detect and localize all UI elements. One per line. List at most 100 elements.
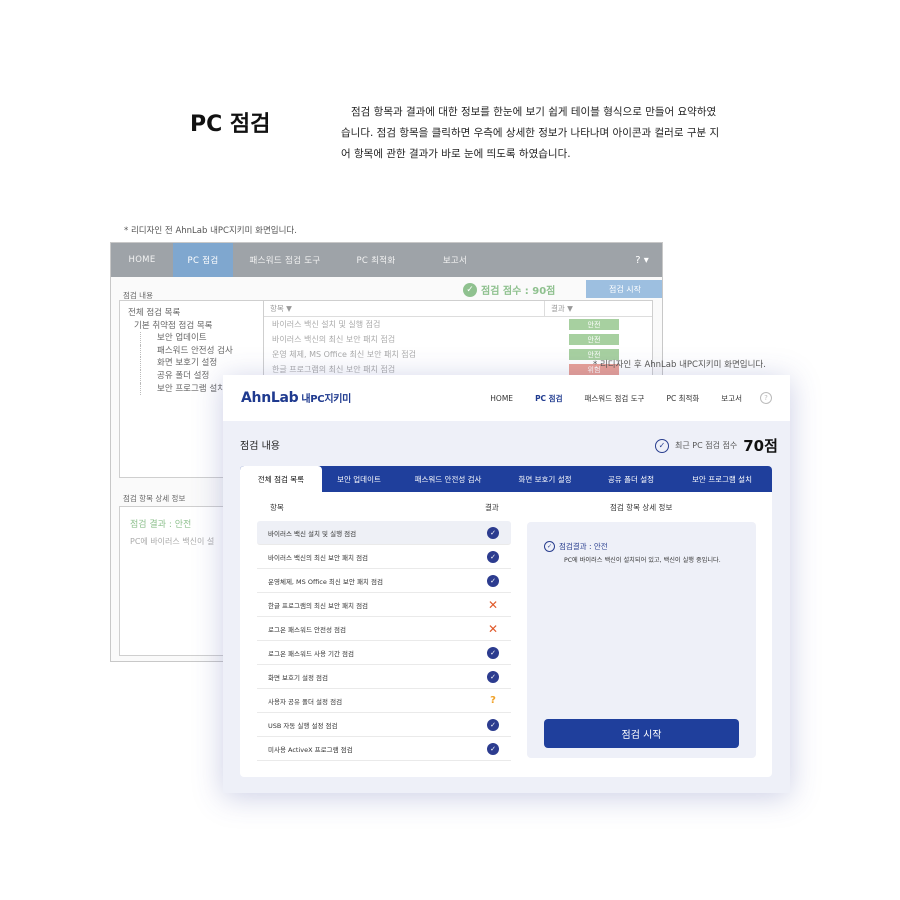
- ahnlab-logo: AhnLab 내PC지키미: [241, 390, 351, 406]
- list-item-label: 바이러스 백신 설치 및 실행 점검: [268, 529, 357, 538]
- list-item[interactable]: 바이러스 백신의 최신 보안 패치 점검 ✓: [257, 545, 511, 569]
- row-item: 바이러스 백신 설치 및 실행 점검: [272, 320, 381, 329]
- tree-root[interactable]: 전체 점검 목록: [128, 307, 258, 320]
- help-icon[interactable]: ?: [760, 392, 772, 404]
- list-item[interactable]: 운영체제, MS Office 최신 보안 패치 점검 ✓: [257, 569, 511, 593]
- list-item[interactable]: 화면 보호기 설정 점검 ✓: [257, 665, 511, 689]
- list-item[interactable]: 한글 프로그램의 최신 보안 패치 점검 ✕: [257, 593, 511, 617]
- tab-security-program[interactable]: 보안 프로그램 설치: [672, 466, 772, 492]
- before-nav-report[interactable]: 보고서: [415, 243, 495, 277]
- list-item-label: 한글 프로그램의 최신 보안 패치 점검: [268, 601, 369, 610]
- list-item[interactable]: 사용자 공유 폴더 설정 점검?: [257, 689, 511, 713]
- after-card: 전체 점검 목록 보안 업데이트 패스워드 안전성 검사 화면 보호기 설정 공…: [240, 466, 772, 777]
- col-item-header: 항목: [270, 503, 284, 512]
- list-item[interactable]: 미사용 ActiveX 프로그램 점검 ✓: [257, 737, 511, 761]
- list-item-label: 운영체제, MS Office 최신 보안 패치 점검: [268, 577, 383, 586]
- list-item-label: 사용자 공유 폴더 설정 점검: [268, 697, 343, 706]
- question-icon: ?: [490, 695, 496, 706]
- score-value: 70점: [743, 437, 778, 455]
- after-nav: HOME PC 점검 패스워드 점검 도구 PC 최적화 보고서: [490, 393, 742, 404]
- logo-sub: 내PC지키미: [301, 394, 352, 405]
- before-nav-home[interactable]: HOME: [111, 243, 173, 277]
- table-header: 항목 ▼ 결과 ▼: [264, 301, 652, 317]
- detail-description: PC에 바이러스 백신이 설치되어 있고, 백신이 실행 중입니다.: [564, 557, 721, 564]
- row-result: 안전: [544, 334, 644, 345]
- list-item-label: 로그온 패스워드 안전성 점검: [268, 625, 346, 634]
- detail-result: ✓ 점검결과 : 안전: [544, 541, 608, 552]
- after-window: AhnLab 내PC지키미 HOME PC 점검 패스워드 점검 도구 PC 최적…: [223, 375, 790, 793]
- check-icon: ✓: [463, 282, 477, 297]
- row-result: 안전: [544, 319, 644, 330]
- status-badge: 안전: [569, 319, 619, 330]
- row-item: 바이러스 백신의 최신 보안 패치 점검: [272, 335, 396, 344]
- col-result-header: 결과: [485, 503, 499, 512]
- x-icon: ✕: [487, 597, 499, 612]
- col-result[interactable]: 결과 ▼: [544, 301, 644, 316]
- detail-panel: ✓ 점검결과 : 안전 PC에 바이러스 백신이 설치되어 있고, 백신이 실행…: [527, 522, 756, 758]
- page-description: 점검 항목과 결과에 대한 정보를 한눈에 보기 쉽게 테이블 형식으로 만들어…: [341, 106, 720, 160]
- tree-item[interactable]: 화면 보호기 설정: [140, 357, 258, 370]
- nav-pc-check[interactable]: PC 점검: [535, 393, 562, 404]
- list-item-label: 로그온 패스워드 사용 기간 점검: [268, 649, 355, 658]
- row-item: 한글 프로그램의 최신 보안 패치 점검: [272, 365, 396, 374]
- check-circle-icon: ✓: [544, 541, 555, 552]
- check-circle-icon: ✓: [655, 438, 669, 453]
- status-badge: 안전: [569, 334, 619, 345]
- list-item[interactable]: USB 자동 실행 설정 점검 ✓: [257, 713, 511, 737]
- check-list: 바이러스 백신 설치 및 실행 점검 ✓ 바이러스 백신의 최신 보안 패치 점검 ✓…: [257, 521, 511, 761]
- score-label: 최근 PC 점검 점수: [675, 441, 738, 450]
- tab-security-update[interactable]: 보안 업데이트: [322, 466, 396, 492]
- before-detail-title: 점검 항목 상세 정보: [123, 494, 186, 503]
- tab-all[interactable]: 전체 점검 목록: [240, 466, 322, 492]
- nav-optimize[interactable]: PC 최적화: [666, 393, 699, 404]
- after-caption: * 리디자인 후 AhnLab 내PC지키미 화면입니다.: [593, 360, 766, 370]
- list-item[interactable]: 로그온 패스워드 안전성 점검 ✕: [257, 617, 511, 641]
- check-badge-icon: ✓: [487, 646, 499, 659]
- before-caption: * 리디자인 전 AhnLab 내PC지키미 화면입니다.: [124, 226, 297, 236]
- page: PC 점검 점검 항목과 결과에 대한 정보를 한눈에 보기 쉽게 테이블 형식…: [0, 0, 900, 900]
- before-score-text: 점검 점수 : 90점: [481, 286, 556, 297]
- list-item-label: 화면 보호기 설정 점검: [268, 673, 329, 682]
- list-item-label: 바이러스 백신의 최신 보안 패치 점검: [268, 553, 369, 562]
- after-top-bar: AhnLab 내PC지키미 HOME PC 점검 패스워드 점검 도구 PC 최적…: [223, 375, 790, 421]
- logo-text: AhnLab: [241, 390, 299, 406]
- before-help-icon[interactable]: ? ▾: [622, 243, 662, 277]
- list-item[interactable]: 바이러스 백신 설치 및 실행 점검 ✓: [257, 521, 511, 545]
- tree-item[interactable]: 패스워드 안전성 검사: [140, 344, 258, 358]
- before-nav-password-tool[interactable]: 패스워드 점검 도구: [233, 243, 337, 277]
- start-check-button[interactable]: 점검 시작: [544, 719, 739, 748]
- tab-bar: 전체 점검 목록 보안 업데이트 패스워드 안전성 검사 화면 보호기 설정 공…: [240, 466, 772, 492]
- tab-password[interactable]: 패스워드 안전성 검사: [396, 466, 500, 492]
- table-row[interactable]: 바이러스 백신 설치 및 실행 점검 안전: [264, 317, 652, 332]
- list-item[interactable]: 로그온 패스워드 사용 기간 점검 ✓: [257, 641, 511, 665]
- check-badge-icon: ✓: [487, 718, 499, 731]
- check-badge-icon: ✓: [487, 670, 499, 683]
- x-icon: ✕: [487, 621, 499, 636]
- page-title: PC 점검: [190, 112, 271, 137]
- check-badge-icon: ✓: [487, 526, 499, 539]
- col-detail-header: 점검 항목 상세 정보: [610, 503, 673, 512]
- check-badge-icon: ✓: [487, 742, 499, 755]
- after-section-title: 점검 내용: [240, 441, 280, 452]
- list-item-label: 미사용 ActiveX 프로그램 점검: [268, 745, 353, 754]
- row-item: 운영 체제, MS Office 최신 보안 패치 점검: [272, 350, 416, 359]
- after-score: ✓ 최근 PC 점검 점수 70점: [655, 435, 778, 456]
- nav-home[interactable]: HOME: [490, 394, 513, 403]
- detail-result-text: 점검결과 : 안전: [559, 542, 608, 551]
- table-row[interactable]: 바이러스 백신의 최신 보안 패치 점검 안전: [264, 332, 652, 347]
- before-start-button[interactable]: 점검 시작: [586, 280, 662, 298]
- list-item-label: USB 자동 실행 설정 점검: [268, 721, 338, 730]
- before-nav-pc-check[interactable]: PC 점검: [173, 243, 233, 277]
- before-nav-bar: HOME PC 점검 패스워드 점검 도구 PC 최적화 보고서 ? ▾: [111, 243, 662, 277]
- col-item[interactable]: 항목 ▼: [264, 301, 544, 316]
- check-badge-icon: ✓: [487, 574, 499, 587]
- tab-shared-folder[interactable]: 공유 폴더 설정: [590, 466, 672, 492]
- tree-group[interactable]: 기본 취약점 점검 목록: [128, 320, 258, 333]
- before-score: ✓ 점검 점수 : 90점: [463, 282, 555, 297]
- nav-password-tool[interactable]: 패스워드 점검 도구: [584, 393, 644, 404]
- before-nav-optimize[interactable]: PC 최적화: [337, 243, 415, 277]
- tree-item[interactable]: 보안 업데이트: [140, 332, 258, 345]
- nav-report[interactable]: 보고서: [721, 393, 742, 404]
- tab-screensaver[interactable]: 화면 보호기 설정: [500, 466, 590, 492]
- check-badge-icon: ✓: [487, 550, 499, 563]
